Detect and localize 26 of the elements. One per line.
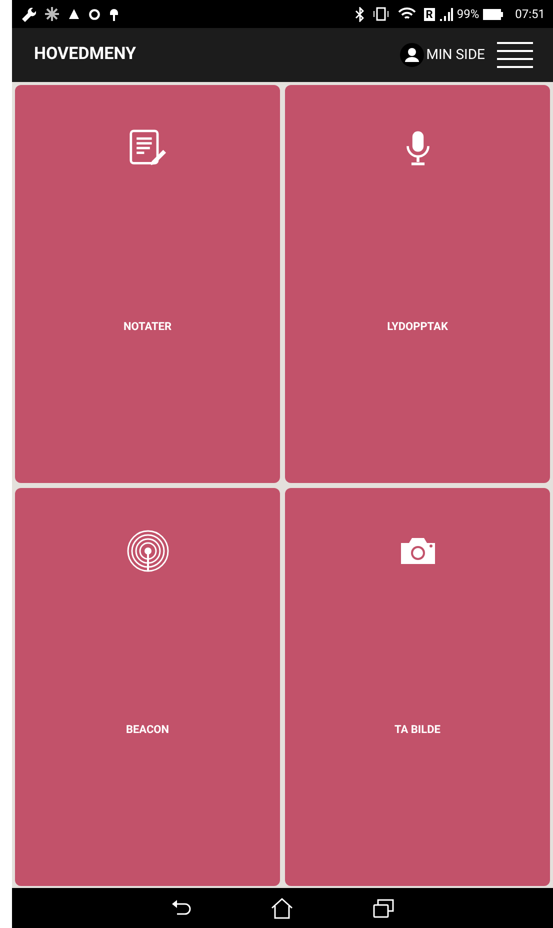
concentric-circles-icon xyxy=(126,529,170,573)
menu-tile[interactable]: LYDOPPTAK xyxy=(285,85,550,483)
profile-link[interactable]: MIN SIDE xyxy=(400,43,485,67)
notepad-pencil-icon xyxy=(128,129,166,167)
menu-button[interactable] xyxy=(497,40,533,70)
user-icon xyxy=(400,43,424,67)
back-icon[interactable] xyxy=(170,899,190,917)
camera-icon xyxy=(398,536,436,566)
wrench-icon xyxy=(20,6,36,22)
pattern-icon xyxy=(44,6,60,22)
bluetooth-icon xyxy=(354,6,364,22)
battery-percentage: 99% xyxy=(456,6,480,23)
roaming-indicator: R xyxy=(424,8,435,20)
home-icon[interactable] xyxy=(270,897,292,919)
app-title: HOVEDMENY xyxy=(34,43,137,66)
microphone-icon xyxy=(404,129,432,167)
signal-icon xyxy=(438,7,453,21)
menu-tile[interactable]: TA BILDE xyxy=(285,488,550,886)
battery-icon xyxy=(483,8,504,20)
wifi-icon xyxy=(398,7,416,21)
vibrate-icon xyxy=(372,7,390,21)
clock: 07:51 xyxy=(515,6,545,23)
menu-tile[interactable]: NOTATER xyxy=(15,85,280,483)
menu-tile[interactable]: BEACON xyxy=(15,488,280,886)
recent-apps-icon[interactable] xyxy=(372,898,394,918)
warning-icon xyxy=(68,8,80,20)
